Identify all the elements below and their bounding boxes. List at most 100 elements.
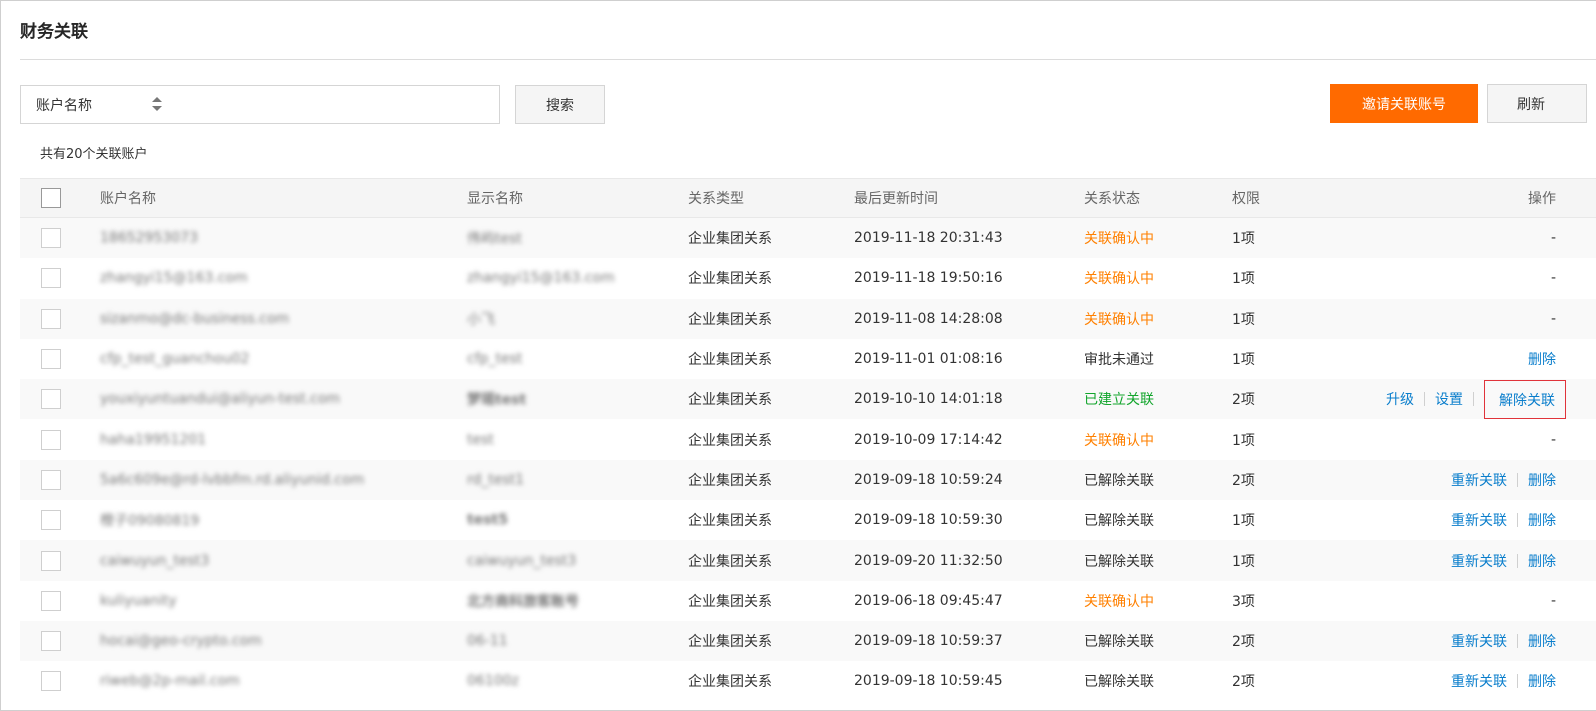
search-input[interactable]	[173, 86, 498, 123]
table-row: cfp_test_guanchou02 cfp_test 企业集团关系 2019-11…	[20, 339, 1596, 379]
row-checkbox[interactable]	[41, 631, 61, 652]
no-action-dash: -	[1550, 270, 1556, 287]
action-separator	[1424, 392, 1425, 407]
delete-link[interactable]: 删除	[1528, 510, 1556, 530]
search-field-select[interactable]: 账户名称	[21, 86, 171, 123]
relink-link[interactable]: 重新关联	[1451, 671, 1507, 691]
display-name: cfp_test	[467, 351, 523, 368]
relation-status: 关联确认中	[1084, 432, 1154, 449]
relink-link[interactable]: 重新关联	[1451, 631, 1507, 651]
row-checkbox[interactable]	[41, 469, 61, 490]
search-field-label: 账户名称	[36, 97, 92, 114]
row-checkbox[interactable]	[41, 349, 61, 370]
relation-status: 已解除关联	[1084, 553, 1154, 570]
account-name: hocai@geo-crypto.com	[100, 633, 262, 650]
last-updated-time: 2019-10-10 14:01:18	[854, 391, 1003, 408]
relink-link[interactable]: 重新关联	[1451, 470, 1507, 490]
refresh-button[interactable]: 刷新	[1487, 84, 1587, 123]
row-checkbox[interactable]	[41, 228, 61, 249]
no-action-dash: -	[1550, 230, 1556, 247]
account-count: 共有20个关联账户	[40, 147, 148, 162]
last-updated-time: 2019-11-01 01:08:16	[854, 351, 1003, 368]
row-checkbox[interactable]	[41, 671, 61, 692]
last-updated-time: 2019-11-18 19:50:16	[854, 270, 1003, 287]
table-row: 18652953073 伟屿test 企业集团关系 2019-11-18 20:31:…	[20, 218, 1596, 259]
delete-link[interactable]: 删除	[1528, 349, 1556, 369]
column-header-permission: 权限	[1232, 191, 1260, 207]
select-all-checkbox[interactable]	[41, 188, 61, 208]
account-name: 橙子09080819	[100, 513, 200, 530]
account-name: haha19951201	[100, 431, 207, 448]
table-row: 橙子09080819 test5 企业集团关系 2019-09-18 10:59:30…	[20, 500, 1596, 540]
display-name: caiwuyun_test3	[467, 552, 577, 569]
delete-link[interactable]: 删除	[1528, 470, 1556, 490]
display-name: 小飞	[467, 311, 495, 328]
permission-count: 1项	[1232, 513, 1255, 530]
account-name: 18652953073	[100, 230, 198, 247]
display-name: rd_test1	[467, 471, 525, 488]
row-checkbox[interactable]	[41, 308, 61, 329]
permission-count: 1项	[1232, 271, 1255, 288]
action-separator	[1517, 472, 1518, 487]
delete-link[interactable]: 删除	[1528, 631, 1556, 651]
permission-count: 1项	[1232, 231, 1255, 248]
unlink-link[interactable]: 解除关联	[1484, 379, 1566, 419]
delete-link[interactable]: 删除	[1528, 671, 1556, 691]
row-checkbox[interactable]	[41, 590, 61, 611]
permission-count: 1项	[1232, 432, 1255, 449]
invite-link-account-button[interactable]: 邀请关联账号	[1330, 84, 1478, 123]
table-row: riweb@2p-mail.com 06100z 企业集团关系 2019-09-18 …	[20, 661, 1596, 701]
relation-type: 企业集团关系	[688, 432, 772, 449]
last-updated-time: 2019-06-18 09:45:47	[854, 592, 1003, 609]
row-actions: -	[1551, 419, 1556, 459]
relation-type: 企业集团关系	[688, 553, 772, 570]
permission-count: 1项	[1232, 352, 1255, 369]
relation-status: 已建立关联	[1084, 392, 1154, 409]
search-button[interactable]: 搜索	[515, 85, 605, 124]
permission-count: 2项	[1232, 634, 1255, 651]
no-action-dash: -	[1550, 431, 1556, 448]
relation-status: 已解除关联	[1084, 513, 1154, 530]
relation-status: 关联确认中	[1084, 271, 1154, 288]
upgrade-link[interactable]: 升级	[1386, 389, 1414, 409]
row-actions: 重新关联 删除	[1451, 540, 1556, 580]
display-name: 北方商科旅客账号	[467, 593, 579, 610]
display-name: 梦瑶test	[467, 392, 527, 409]
page-title: 财务关联	[20, 22, 88, 42]
row-actions: 重新关联 删除	[1451, 460, 1556, 500]
display-name: test	[467, 431, 494, 448]
row-checkbox[interactable]	[41, 429, 61, 450]
row-checkbox[interactable]	[41, 389, 61, 410]
display-name: zhangyi15@163.com	[467, 270, 615, 287]
permission-count: 1项	[1232, 311, 1255, 328]
row-checkbox[interactable]	[41, 510, 61, 531]
relation-type: 企业集团关系	[688, 634, 772, 651]
column-header-display: 显示名称	[467, 191, 523, 207]
last-updated-time: 2019-11-18 20:31:43	[854, 230, 1003, 247]
last-updated-time: 2019-09-20 11:32:50	[854, 552, 1003, 569]
row-actions: 删除	[1528, 339, 1556, 379]
relation-status: 关联确认中	[1084, 311, 1154, 328]
relink-link[interactable]: 重新关联	[1451, 551, 1507, 571]
no-action-dash: -	[1550, 310, 1556, 327]
table-row: sizanmo@dc-business.com 小飞 企业集团关系 2019-11-0…	[20, 298, 1596, 339]
account-name: youxiyuntuandui@aliyun-test.com	[100, 391, 341, 408]
display-name: 伟屿test	[467, 231, 522, 248]
relink-link[interactable]: 重新关联	[1451, 510, 1507, 530]
delete-link[interactable]: 删除	[1528, 551, 1556, 571]
row-checkbox[interactable]	[41, 550, 61, 571]
account-name: cfp_test_guanchou02	[100, 351, 250, 368]
row-checkbox[interactable]	[41, 268, 61, 289]
column-header-account: 账户名称	[100, 191, 156, 207]
title-divider	[20, 59, 1596, 60]
row-actions: 重新关联 删除	[1451, 500, 1556, 540]
account-name: sizanmo@dc-business.com	[100, 310, 290, 327]
account-name: 5a6c609e@rd-lvbbfm.rd.aliyunid.com	[100, 471, 365, 488]
relation-type: 企业集团关系	[688, 392, 772, 409]
relation-status: 审批未通过	[1084, 352, 1154, 369]
settings-link[interactable]: 设置	[1435, 389, 1463, 409]
relation-type: 企业集团关系	[688, 593, 772, 610]
account-name: riweb@2p-mail.com	[100, 673, 240, 690]
relation-type: 企业集团关系	[688, 472, 772, 489]
relation-status: 关联确认中	[1084, 231, 1154, 248]
